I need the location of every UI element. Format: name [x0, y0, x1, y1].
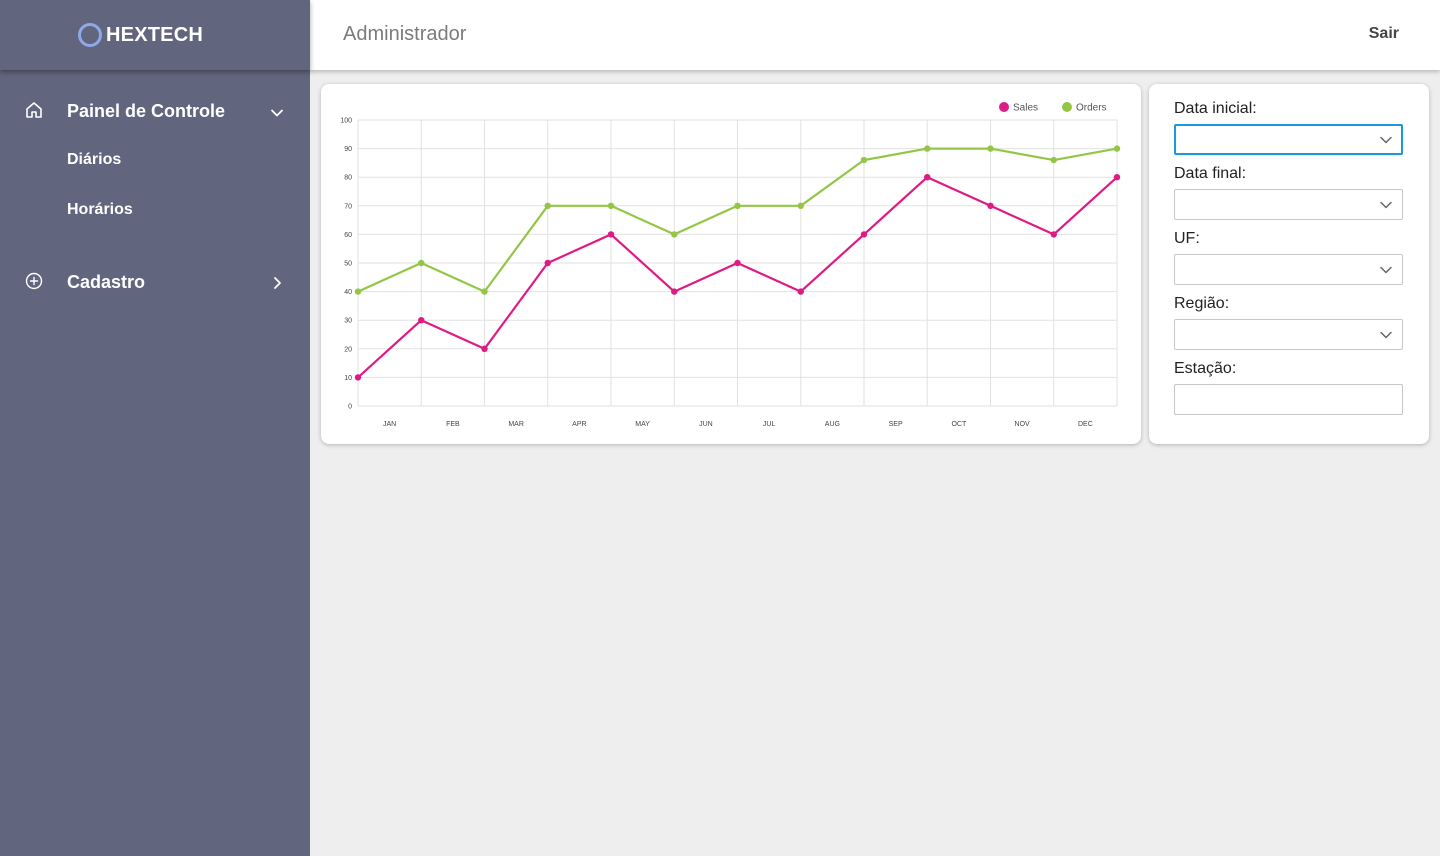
x-tick-label: FEB: [446, 421, 460, 428]
data-point-orders: [987, 145, 994, 152]
nav-group-dashboard: Painel de Controle Diários Horários: [0, 93, 310, 218]
filter-card: Data inicial: Data final: UF: Região: Es…: [1149, 84, 1429, 444]
chart-card: 0 10 20 30 40 50 60 70 80 90 100 JAN FEB MAR APR MAY JUN…: [321, 84, 1141, 444]
chevron-right-icon: [274, 277, 281, 289]
station-input[interactable]: [1174, 384, 1403, 415]
data-point-sales: [924, 174, 931, 181]
x-tick-label: MAR: [508, 421, 524, 428]
y-tick-label: 0: [348, 404, 352, 411]
data-point-orders: [1050, 156, 1057, 164]
chevron-down-icon: [1380, 331, 1392, 339]
data-point-orders: [481, 288, 488, 295]
data-point-orders: [1113, 145, 1121, 152]
y-tick-label: 90: [344, 146, 352, 153]
plus-circle-icon: [25, 272, 43, 290]
x-tick-label: JAN: [383, 421, 396, 428]
data-point-sales: [607, 231, 615, 238]
data-point-sales: [354, 374, 362, 381]
x-tick-label: SEP: [889, 421, 903, 428]
y-tick-label: 20: [344, 346, 352, 353]
data-point-sales: [671, 288, 678, 295]
top-bar: Administrador Sair: [310, 0, 1440, 70]
data-point-sales: [544, 259, 551, 267]
uf-label: UF:: [1174, 230, 1200, 247]
chevron-down-icon: [1380, 136, 1392, 144]
line-chart: 0 10 20 30 40 50 60 70 80 90 100 JAN FEB MAR APR MAY JUN…: [340, 102, 1121, 428]
data-point-orders: [354, 288, 362, 295]
data-point-sales: [1050, 231, 1057, 238]
x-tick-label: MAY: [635, 421, 650, 428]
y-tick-label: 30: [344, 318, 352, 325]
data-point-sales: [1113, 174, 1121, 181]
chevron-down-icon: [1380, 201, 1392, 209]
y-tick-label: 50: [344, 261, 352, 268]
start-date-label: Data inicial:: [1174, 100, 1257, 117]
sidebar: HEXTECH Painel de Controle Diários Horár…: [0, 0, 310, 856]
data-point-orders: [797, 202, 804, 209]
x-tick-label: APR: [572, 421, 586, 428]
legend-label-orders: Orders: [1076, 103, 1107, 114]
end-date-select[interactable]: [1174, 189, 1403, 220]
y-tick-label: 100: [340, 118, 352, 125]
x-tick-label: NOV: [1015, 421, 1031, 428]
data-point-orders: [734, 202, 741, 209]
y-tick-label: 60: [344, 232, 352, 239]
y-tick-label: 40: [344, 289, 352, 296]
brand-logo-group[interactable]: HEXTECH: [78, 23, 203, 47]
legend-marker-sales: [999, 102, 1009, 112]
data-point-orders: [607, 202, 615, 209]
data-point-orders: [924, 145, 931, 152]
brand-bar: HEXTECH: [0, 0, 310, 70]
region-label: Região:: [1174, 295, 1230, 312]
x-tick-label: AUG: [825, 421, 840, 428]
nav-dashboard-header[interactable]: Painel de Controle: [0, 93, 310, 129]
chevron-down-icon: [271, 109, 283, 117]
legend-label-sales: Sales: [1013, 103, 1038, 114]
start-date-select[interactable]: [1174, 124, 1403, 155]
y-tick-label: 70: [344, 203, 352, 210]
y-tick-label: 80: [344, 175, 352, 182]
brand-name: HEXTECH: [106, 23, 203, 46]
app-root: HEXTECH Painel de Controle Diários Horár…: [0, 0, 1440, 856]
station-label: Estação:: [1174, 360, 1237, 377]
nav-item-horarios[interactable]: Horários: [67, 201, 133, 219]
data-point-sales: [797, 288, 804, 295]
region-select[interactable]: [1174, 319, 1403, 350]
nav-group-cadastro: Cadastro: [0, 264, 310, 300]
nav-dashboard-label: Painel de Controle: [67, 101, 226, 121]
nav-item-diarios[interactable]: Diários: [67, 151, 121, 169]
data-point-sales: [734, 259, 741, 267]
data-point-orders: [418, 259, 425, 267]
uf-select[interactable]: [1174, 254, 1403, 285]
data-point-sales: [987, 202, 994, 209]
x-tick-label: JUN: [699, 421, 713, 428]
data-point-orders: [544, 202, 551, 209]
nav-cadastro-label: Cadastro: [67, 272, 146, 292]
data-point-sales: [481, 345, 488, 352]
brand-ring-icon: [78, 23, 103, 47]
x-tick-label: JUL: [763, 421, 776, 428]
nav-cadastro-header[interactable]: Cadastro: [0, 264, 310, 300]
home-icon: [26, 102, 42, 118]
legend-marker-orders: [1062, 102, 1072, 112]
chevron-down-icon: [1380, 266, 1392, 274]
y-tick-label: 10: [344, 375, 352, 382]
data-point-orders: [671, 231, 678, 238]
logout-button[interactable]: Sair: [1369, 25, 1399, 43]
x-tick-label: DEC: [1078, 421, 1093, 428]
x-tick-label: OCT: [951, 421, 967, 428]
end-date-label: Data final:: [1174, 165, 1247, 182]
data-point-sales: [860, 231, 868, 238]
data-point-orders: [860, 156, 868, 164]
data-point-sales: [418, 317, 425, 324]
page-title: Administrador: [343, 23, 467, 45]
